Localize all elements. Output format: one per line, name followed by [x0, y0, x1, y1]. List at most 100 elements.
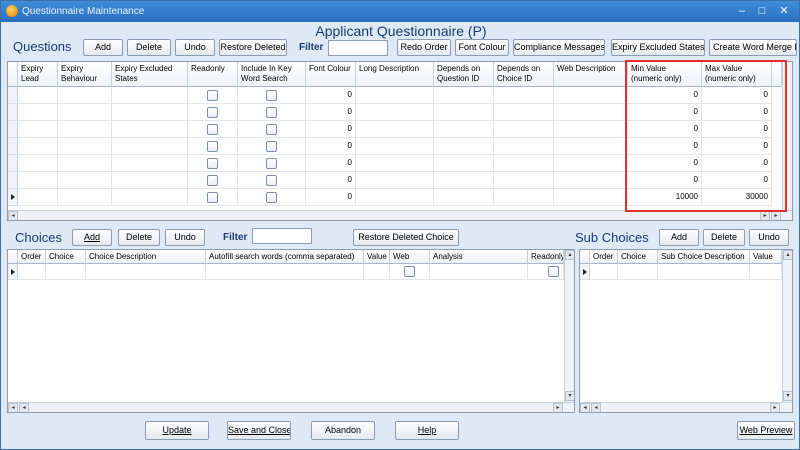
col-header[interactable]: Readonly	[528, 250, 564, 264]
web-description-cell[interactable]	[554, 121, 628, 138]
web-preview-button[interactable]: Web Preview	[737, 421, 795, 440]
col-header[interactable]: Long Description	[356, 62, 434, 87]
sub-choices-vscroll[interactable]: ▴ ▾	[782, 250, 792, 402]
choice-id-cell[interactable]	[46, 264, 86, 280]
col-header[interactable]: Value	[364, 250, 390, 264]
redo-order-button[interactable]: Redo Order	[397, 39, 451, 56]
col-header[interactable]: Include In Key Word Search	[238, 62, 306, 87]
choices-delete-button[interactable]: Delete	[118, 229, 160, 246]
questions-add-button[interactable]: Add	[83, 39, 123, 56]
font-colour-cell[interactable]: 0	[306, 104, 356, 121]
long-description-cell[interactable]	[356, 155, 434, 172]
web-description-cell[interactable]	[554, 172, 628, 189]
row-selector[interactable]	[8, 87, 18, 104]
font-colour-cell[interactable]: 0	[306, 155, 356, 172]
depends-question-cell[interactable]	[434, 189, 494, 206]
keyword-search-checkbox[interactable]	[266, 107, 277, 118]
row-selector[interactable]	[580, 264, 590, 280]
depends-choice-cell[interactable]	[494, 138, 554, 155]
depends-choice-cell[interactable]	[494, 121, 554, 138]
sub-order-cell[interactable]	[590, 264, 618, 280]
col-header[interactable]: Choice ID	[46, 250, 86, 264]
col-header[interactable]: Depends on Question ID	[434, 62, 494, 87]
expiry-excluded-cell[interactable]	[112, 155, 188, 172]
choice-order-cell[interactable]	[18, 264, 46, 280]
expiry-behaviour-cell[interactable]	[58, 121, 112, 138]
expiry-lead-cell[interactable]	[18, 172, 58, 189]
col-header[interactable]: Font Colour	[306, 62, 356, 87]
font-colour-cell[interactable]: 0	[306, 172, 356, 189]
word-merge-button[interactable]: Create Word Merge Fie	[709, 39, 797, 56]
long-description-cell[interactable]	[356, 189, 434, 206]
depends-question-cell[interactable]	[434, 172, 494, 189]
scroll-left-end-icon[interactable]: ◂	[591, 403, 601, 412]
minimize-icon[interactable]: –	[735, 4, 749, 18]
keyword-search-checkbox[interactable]	[266, 158, 277, 169]
col-header[interactable]: Expiry Behaviour	[58, 62, 112, 87]
readonly-checkbox[interactable]	[548, 266, 559, 277]
sub-choices-grid[interactable]: Order Choice ID Sub Choice Description V…	[579, 249, 793, 413]
keyword-search-checkbox[interactable]	[266, 175, 277, 186]
col-header[interactable]: Expiry Lead	[18, 62, 58, 87]
col-header[interactable]: Choice ID	[618, 250, 658, 264]
col-header[interactable]: Expiry Excluded States	[112, 62, 188, 87]
long-description-cell[interactable]	[356, 121, 434, 138]
expiry-excluded-states-button[interactable]: Expiry Excluded States	[611, 39, 705, 56]
choices-undo-button[interactable]: Undo	[165, 229, 205, 246]
depends-choice-cell[interactable]	[494, 104, 554, 121]
web-description-cell[interactable]	[554, 138, 628, 155]
long-description-cell[interactable]	[356, 172, 434, 189]
expiry-behaviour-cell[interactable]	[58, 104, 112, 121]
row-selector[interactable]	[8, 121, 18, 138]
expiry-excluded-cell[interactable]	[112, 87, 188, 104]
expiry-behaviour-cell[interactable]	[58, 138, 112, 155]
col-header[interactable]: Autofill search words (comma separated)	[206, 250, 364, 264]
expiry-lead-cell[interactable]	[18, 87, 58, 104]
readonly-checkbox[interactable]	[207, 124, 218, 135]
col-header[interactable]: Order	[18, 250, 46, 264]
questions-undo-button[interactable]: Undo	[175, 39, 215, 56]
sub-choices-add-button[interactable]: Add	[659, 229, 699, 246]
expiry-behaviour-cell[interactable]	[58, 155, 112, 172]
long-description-cell[interactable]	[356, 87, 434, 104]
sub-choice-description-cell[interactable]	[658, 264, 750, 280]
long-description-cell[interactable]	[356, 138, 434, 155]
expiry-excluded-cell[interactable]	[112, 104, 188, 121]
depends-question-cell[interactable]	[434, 121, 494, 138]
abandon-button[interactable]: Abandon	[311, 421, 375, 440]
expiry-excluded-cell[interactable]	[112, 189, 188, 206]
scroll-up-icon[interactable]: ▴	[783, 250, 792, 260]
depends-choice-cell[interactable]	[494, 87, 554, 104]
web-hide-checkbox[interactable]	[404, 266, 415, 277]
questions-filter-input[interactable]	[328, 40, 388, 56]
readonly-checkbox[interactable]	[207, 175, 218, 186]
expiry-lead-cell[interactable]	[18, 104, 58, 121]
expiry-lead-cell[interactable]	[18, 189, 58, 206]
sub-choices-delete-button[interactable]: Delete	[703, 229, 745, 246]
expiry-excluded-cell[interactable]	[112, 138, 188, 155]
choices-hscroll[interactable]: ◂ ◂ ▸	[8, 402, 574, 412]
depends-choice-cell[interactable]	[494, 172, 554, 189]
font-colour-cell[interactable]: 0	[306, 189, 356, 206]
row-selector[interactable]	[8, 172, 18, 189]
col-header[interactable]: Order	[590, 250, 618, 264]
update-button[interactable]: Update	[145, 421, 209, 440]
analysis-cell[interactable]	[430, 264, 528, 280]
row-selector[interactable]	[8, 155, 18, 172]
keyword-search-checkbox[interactable]	[266, 141, 277, 152]
keyword-search-checkbox[interactable]	[266, 124, 277, 135]
expiry-behaviour-cell[interactable]	[58, 87, 112, 104]
readonly-checkbox[interactable]	[207, 107, 218, 118]
sub-value-cell[interactable]	[750, 264, 782, 280]
choices-vscroll[interactable]: ▴ ▾	[564, 250, 574, 402]
expiry-behaviour-cell[interactable]	[58, 172, 112, 189]
web-description-cell[interactable]	[554, 155, 628, 172]
row-selector[interactable]	[8, 138, 18, 155]
expiry-lead-cell[interactable]	[18, 155, 58, 172]
scroll-right-icon[interactable]: ▸	[770, 403, 780, 412]
row-selector[interactable]	[8, 189, 18, 206]
depends-question-cell[interactable]	[434, 87, 494, 104]
autofill-words-cell[interactable]	[206, 264, 364, 280]
scroll-right-end-icon[interactable]: ▸	[771, 211, 781, 220]
depends-question-cell[interactable]	[434, 155, 494, 172]
